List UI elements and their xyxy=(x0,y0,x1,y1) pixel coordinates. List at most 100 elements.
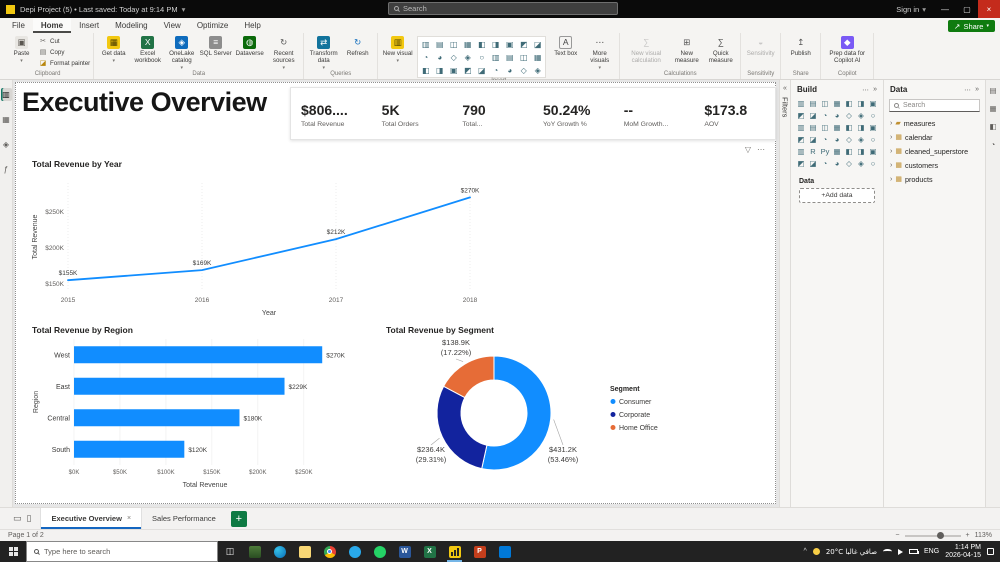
field-products[interactable]: › ▦ products xyxy=(884,172,985,186)
table-view-icon[interactable]: ▦ xyxy=(1,113,12,126)
python-script-icon[interactable]: Py xyxy=(820,146,831,157)
area-chart-icon[interactable]: ◩ xyxy=(517,38,530,50)
expand-chevron-icon[interactable]: › xyxy=(890,134,892,141)
model-view-icon[interactable]: ◈ xyxy=(1,138,12,151)
kpi-icon[interactable]: ◇ xyxy=(844,134,855,145)
power-apps-icon[interactable]: ◔ xyxy=(820,158,831,169)
pie-chart-icon[interactable]: ▤ xyxy=(503,51,516,63)
maximize-button[interactable]: ▢ xyxy=(956,0,978,18)
get-data-button[interactable]: ▦ Get data ▾ xyxy=(97,34,130,65)
zoom-slider-thumb[interactable] xyxy=(936,532,944,539)
page-tab-executive-overview[interactable]: Executive Overview × xyxy=(40,508,143,529)
area-chart-icon[interactable]: ◩ xyxy=(796,110,807,121)
data-pane-icon[interactable]: ▤ xyxy=(989,86,996,95)
stacked-column-chart-icon[interactable]: ▤ xyxy=(808,98,819,109)
line-and-stacked-column-chart-icon[interactable]: ◔ xyxy=(419,51,432,63)
close-button[interactable]: × xyxy=(978,0,1000,18)
field-customers[interactable]: › ▦ customers xyxy=(884,158,985,172)
new-measure-button[interactable]: ⊞ New measure xyxy=(670,34,703,65)
funnel-chart-icon[interactable]: ○ xyxy=(475,51,488,63)
100-stacked-column-chart-icon[interactable]: ◨ xyxy=(489,38,502,50)
smart-narrative-icon[interactable]: ▣ xyxy=(868,146,879,157)
donut-chart-icon[interactable]: ◫ xyxy=(517,51,530,63)
more-options-icon[interactable]: ⋯ xyxy=(757,145,765,154)
map-icon[interactable]: ◧ xyxy=(419,64,432,76)
expand-chevron-icon[interactable]: › xyxy=(890,120,892,127)
filled-map-icon[interactable]: ◨ xyxy=(856,122,867,133)
ribbon-tab-modeling[interactable]: Modeling xyxy=(107,18,155,33)
funnel-chart-icon[interactable]: ○ xyxy=(868,110,879,121)
publish-button[interactable]: ↥ Publish xyxy=(784,34,817,58)
arcgis-map-icon[interactable]: ◪ xyxy=(808,158,819,169)
photos-app-icon[interactable] xyxy=(242,541,267,562)
card-icon[interactable]: ◔ xyxy=(820,134,831,145)
word-icon[interactable]: W xyxy=(392,541,417,562)
kpi-card-strip[interactable]: $806.... Total Revenue 5K Total Orders 790 To… xyxy=(290,87,776,140)
matrix-icon[interactable]: ▥ xyxy=(796,146,807,157)
pie-chart-icon[interactable]: ▤ xyxy=(808,122,819,133)
collapse-pane-icon[interactable]: » xyxy=(975,86,979,94)
taskbar-search-input[interactable]: Type here to search xyxy=(26,541,218,562)
excel-icon[interactable]: X xyxy=(417,541,442,562)
sign-in-button[interactable]: Sign in ▾ xyxy=(888,5,934,14)
multi-row-card-icon[interactable]: ◕ xyxy=(832,134,843,145)
text-box-button[interactable]: A Text box xyxy=(549,34,582,58)
shape-map-icon[interactable]: ▣ xyxy=(868,122,879,133)
metrics-icon[interactable]: ◇ xyxy=(844,158,855,169)
analytics-pane-icon[interactable]: ◔ xyxy=(991,140,996,149)
map-icon[interactable]: ◧ xyxy=(844,122,855,133)
treemap-icon[interactable]: ▦ xyxy=(531,51,544,63)
stacked-area-chart-icon[interactable]: ◪ xyxy=(531,38,544,50)
kpi-card-4[interactable]: -- MoM Growth... xyxy=(614,99,695,128)
100-stacked-bar-chart-icon[interactable]: ◧ xyxy=(844,98,855,109)
powerpoint-icon[interactable]: P xyxy=(467,541,492,562)
refresh-button[interactable]: ↻ Refresh xyxy=(341,34,374,58)
waterfall-chart-icon[interactable]: ◈ xyxy=(856,110,867,121)
line-and-stacked-column-chart-icon[interactable]: ◔ xyxy=(820,110,831,121)
new-visual-button[interactable]: ▥ New visual ▾ xyxy=(381,34,414,65)
start-button[interactable] xyxy=(0,541,26,562)
gauge-icon[interactable]: ◪ xyxy=(475,64,488,76)
line-chart-icon[interactable]: ▣ xyxy=(868,98,879,109)
stacked-bar-chart-icon[interactable]: ▥ xyxy=(796,98,807,109)
recent-sources-button[interactable]: ↻ Recent sources ▾ xyxy=(267,34,300,71)
donut-chart-icon[interactable]: ◫ xyxy=(820,122,831,133)
stacked-column-chart-icon[interactable]: ▤ xyxy=(433,38,446,50)
donut-chart-visual[interactable]: Total Revenue by Segment $431.2K (53.46%)… xyxy=(382,323,716,501)
stacked-bar-chart-icon[interactable]: ▥ xyxy=(419,38,432,50)
azure-map-icon[interactable]: ◩ xyxy=(461,64,474,76)
weather-widget[interactable]: 20°C صافي غالبا xyxy=(826,548,877,556)
paginated-report-icon[interactable]: ◩ xyxy=(796,158,807,169)
slicer-icon[interactable]: ◈ xyxy=(531,64,544,76)
expand-chevron-icon[interactable]: › xyxy=(890,176,892,183)
slicer-icon[interactable]: ◈ xyxy=(856,134,867,145)
telegram-icon[interactable] xyxy=(342,541,367,562)
shape-map-icon[interactable]: ▣ xyxy=(447,64,460,76)
paste-button[interactable]: ▣ Paste ▾ xyxy=(5,34,38,65)
zoom-out-button[interactable]: − xyxy=(895,532,899,539)
pane-options-icon[interactable]: ⋯ xyxy=(862,86,869,94)
clustered-column-chart-icon[interactable]: ▦ xyxy=(461,38,474,50)
task-view-icon[interactable]: ◫ xyxy=(218,541,242,562)
quick-measure-button[interactable]: ∑ Quick measure xyxy=(704,34,737,65)
more-visuals-button[interactable]: ⋯ More visuals ▾ xyxy=(583,34,616,71)
line-chart-icon[interactable]: ▣ xyxy=(503,38,516,50)
notification-center-icon[interactable] xyxy=(987,548,994,555)
filled-map-icon[interactable]: ◨ xyxy=(433,64,446,76)
chrome-icon[interactable] xyxy=(317,541,342,562)
page-tab-sales-performance[interactable]: Sales Performance xyxy=(142,508,226,529)
pane-options-icon[interactable]: ⋯ xyxy=(964,86,971,94)
qa-icon[interactable]: ◨ xyxy=(856,146,867,157)
field-measures[interactable]: › ▰ measures xyxy=(884,116,985,130)
copy-button[interactable]: ▤ Copy xyxy=(39,47,90,57)
format-painter-button[interactable]: ◪ Format painter xyxy=(39,58,91,68)
clock[interactable]: 1:14 PM 2026-04-15 xyxy=(945,544,981,560)
button-slicer-icon[interactable]: ◈ xyxy=(856,158,867,169)
decomposition-tree-icon[interactable]: ◧ xyxy=(844,146,855,157)
fields-search-input[interactable]: Search xyxy=(889,99,980,112)
kpi-card-3[interactable]: 50.24% YoY Growth % xyxy=(533,99,614,128)
line-and-clustered-column-chart-icon[interactable]: ◕ xyxy=(832,110,843,121)
power-bi-icon[interactable] xyxy=(442,541,467,562)
language-indicator[interactable]: ENG xyxy=(924,548,939,555)
line-chart-visual[interactable]: Total Revenue by Year $150K $200K $250K 201… xyxy=(28,157,486,321)
